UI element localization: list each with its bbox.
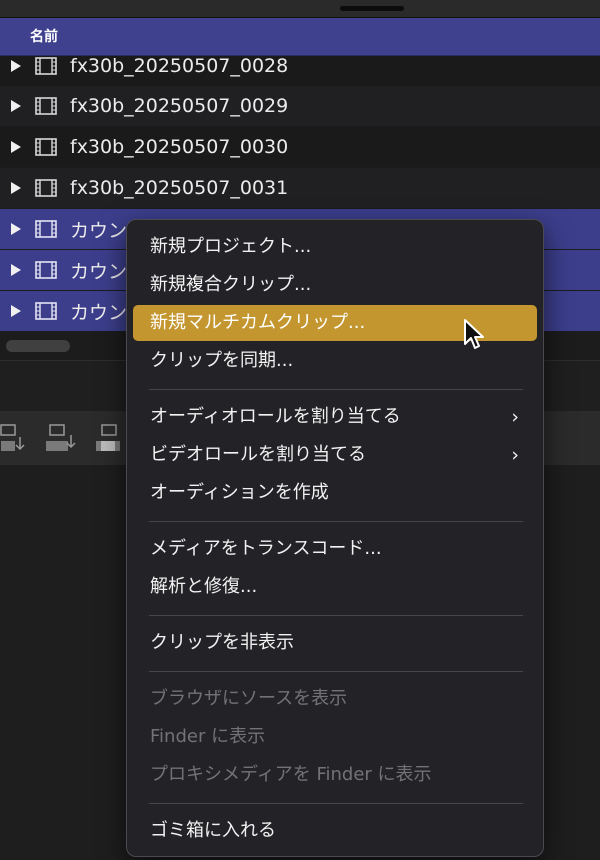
clip-name: fx30b_20250507_0029 (70, 95, 289, 117)
disclosure-triangle-icon[interactable] (11, 141, 21, 153)
context-menu: 新規プロジェクト... 新規複合クリップ... 新規マルチカムクリップ... ク… (126, 219, 544, 857)
menu-separator (149, 803, 523, 804)
disclosure-triangle-icon[interactable] (11, 182, 21, 194)
scrollbar-thumb[interactable] (6, 340, 70, 352)
append-clip-icon[interactable] (96, 421, 126, 455)
connect-clip-icon[interactable] (0, 421, 30, 455)
menu-separator (149, 521, 523, 522)
film-clip-icon (35, 302, 57, 320)
menu-item-new-compound-clip[interactable]: 新規複合クリップ... (133, 267, 537, 303)
panel-resize-handle[interactable] (340, 6, 404, 11)
mouse-pointer-icon (464, 319, 484, 349)
menu-item-reveal-source-in-browser: ブラウザにソースを表示 (150, 688, 348, 709)
top-panel-bar (0, 0, 600, 18)
clip-row[interactable]: fx30b_20250507_0029 (0, 86, 600, 126)
clip-name: fx30b_20250507_0028 (70, 56, 289, 77)
menu-item-create-audition[interactable]: オーディションを作成 (133, 475, 537, 511)
clip-name: カウン (70, 219, 128, 242)
clip-name: カウン (70, 260, 128, 283)
film-clip-icon (35, 57, 57, 75)
clip-name: カウン (70, 301, 128, 324)
name-column-header[interactable]: 名前 (0, 18, 600, 56)
clip-row[interactable]: fx30b_20250507_0028 (0, 56, 600, 86)
menu-item-move-to-trash[interactable]: ゴミ箱に入れる (133, 813, 537, 849)
menu-item-transcode-media[interactable]: メディアをトランスコード... (133, 531, 537, 567)
clip-name: fx30b_20250507_0030 (70, 136, 289, 158)
film-clip-icon (35, 179, 57, 197)
chevron-right-icon: › (511, 444, 519, 466)
menu-item-assign-audio-roles[interactable]: オーディオロールを割り当てる › (133, 399, 537, 435)
menu-item-reveal-in-finder: Finder に表示 (150, 726, 266, 747)
menu-separator (149, 615, 523, 616)
disclosure-triangle-icon[interactable] (11, 264, 21, 276)
disclosure-triangle-icon[interactable] (11, 305, 21, 317)
film-clip-icon (35, 220, 57, 238)
film-clip-icon (35, 97, 57, 115)
disclosure-triangle-icon[interactable] (11, 60, 21, 72)
insert-clip-icon[interactable] (46, 421, 76, 455)
menu-item-label: オーディオロールを割り当てる (150, 406, 401, 427)
chevron-right-icon: › (511, 406, 519, 428)
disclosure-triangle-icon[interactable] (11, 100, 21, 112)
clip-row[interactable]: fx30b_20250507_0030 (0, 127, 600, 167)
menu-item-new-project[interactable]: 新規プロジェクト... (133, 229, 537, 265)
film-clip-icon (35, 138, 57, 156)
film-clip-icon (35, 261, 57, 279)
menu-item-hide-clip[interactable]: クリップを非表示 (133, 625, 537, 661)
disclosure-triangle-icon[interactable] (11, 223, 21, 235)
menu-item-assign-video-roles[interactable]: ビデオロールを割り当てる › (133, 437, 537, 473)
menu-item-analyze-and-fix[interactable]: 解析と修復... (133, 569, 537, 605)
menu-item-reveal-proxy-in-finder: プロキシメディアを Finder に表示 (150, 764, 432, 785)
menu-separator (149, 389, 523, 390)
clip-name: fx30b_20250507_0031 (70, 177, 289, 199)
menu-item-label: ビデオロールを割り当てる (150, 444, 366, 465)
clip-row[interactable]: fx30b_20250507_0031 (0, 168, 600, 208)
menu-separator (149, 671, 523, 672)
